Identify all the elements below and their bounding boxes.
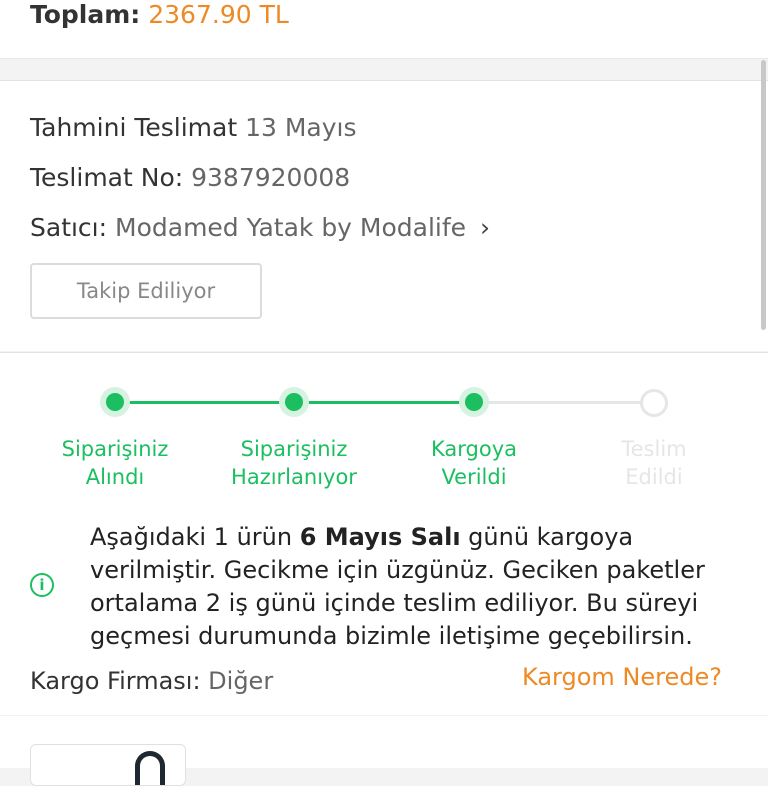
estimated-delivery: Tahmini Teslimat 13 Mayıs [30,113,357,142]
product-thumbnail[interactable] [30,744,186,786]
step-dot-2 [285,393,303,411]
step-label-line: Kargoya [430,437,517,461]
step-label-delivered: Teslim Edildi [564,435,744,491]
step-dot-3 [465,393,483,411]
order-summary-card: Toplam: 2367.90 TL [0,0,768,59]
where-is-my-cargo-link[interactable]: Kargom Nerede? [522,663,722,691]
scrollbar[interactable] [761,60,766,330]
total-label: Toplam: [30,0,141,29]
carrier-info: Kargo Firması: Diğer [30,667,273,695]
seller-label: Satıcı: [30,213,108,242]
product-card [0,716,768,786]
step-label-shipped: Kargoya Verildi [384,435,564,491]
progress-line-1 [123,401,294,404]
step-label-ordered: Siparişiniz Alındı [25,435,205,491]
carrier-value: Diğer [208,667,274,695]
shipment-tracking-card: Siparişiniz Alındı Siparişiniz Hazırlanı… [0,352,768,715]
chevron-right-icon[interactable]: › [480,213,490,242]
follow-button[interactable]: Takip Ediliyor [30,263,262,319]
carrier-label: Kargo Firması: [30,667,201,695]
step-dot-1 [106,393,124,411]
order-total: Toplam: 2367.90 TL [30,0,289,29]
step-label-line: Teslim [621,437,687,461]
step-label-line: Verildi [441,465,507,489]
message-text: Aşağıdaki 1 ürün [90,523,300,551]
step-label-line: Siparişiniz [61,437,169,461]
message-date: 6 Mayıs Salı [299,523,461,551]
estimated-delivery-label: Tahmini Teslimat [30,113,238,142]
step-label-line: Hazırlanıyor [231,465,357,489]
step-label-line: Edildi [625,465,683,489]
estimated-delivery-value: 13 Mayıs [245,113,357,142]
progress-stepper: Siparişiniz Alındı Siparişiniz Hazırlanı… [0,353,768,503]
progress-line-3 [481,401,641,404]
delivery-number: Teslimat No: 9387920008 [30,163,350,192]
info-circle-icon: i [30,573,54,597]
product-image [135,751,165,785]
seller-name[interactable]: Modamed Yatak by Modalife [115,213,466,242]
delivery-info-card: Tahmini Teslimat 13 Mayıs Teslimat No: 9… [0,80,768,351]
progress-line-2 [302,401,473,404]
delivery-number-label: Teslimat No: [30,163,184,192]
shipping-delay-message: Aşağıdaki 1 ürün 6 Mayıs Salı günü kargo… [90,521,730,653]
step-label-line: Alındı [85,465,145,489]
delivery-number-value: 9387920008 [191,163,351,192]
step-label-preparing: Siparişiniz Hazırlanıyor [204,435,384,491]
seller-link[interactable]: Satıcı: Modamed Yatak by Modalife › [30,213,490,242]
step-dot-4 [640,389,668,417]
total-value: 2367.90 TL [148,0,289,29]
step-label-line: Siparişiniz [240,437,348,461]
